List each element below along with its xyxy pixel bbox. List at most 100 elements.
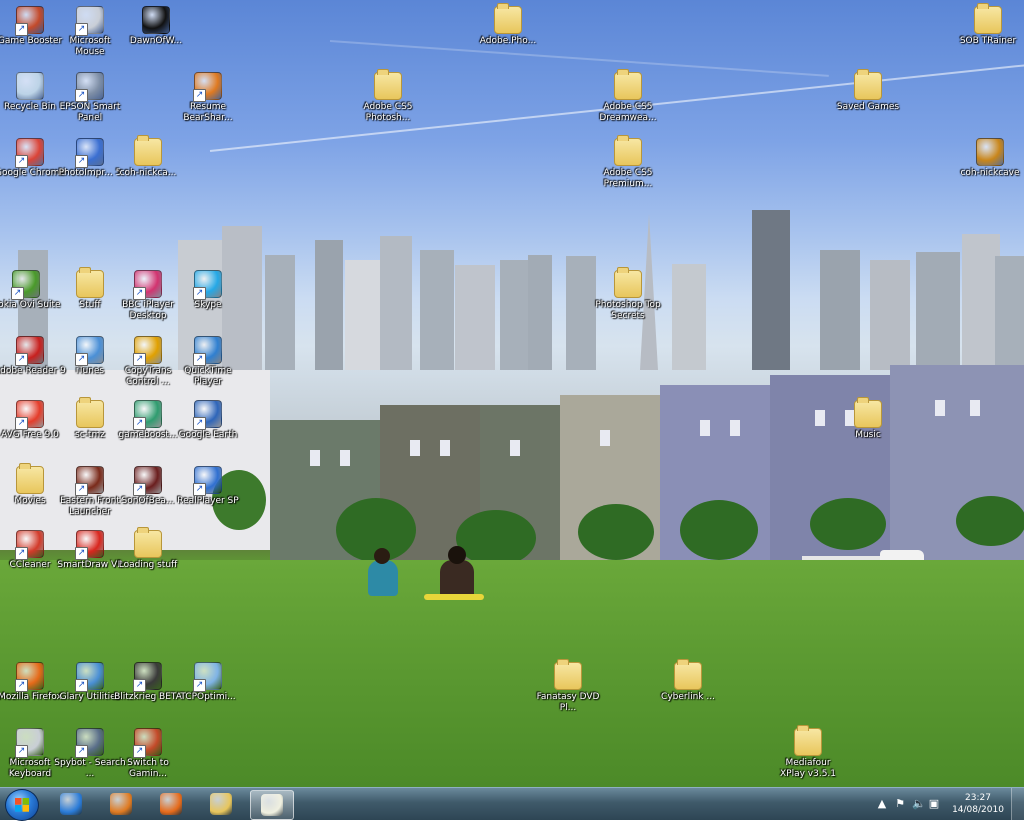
dawn-of-war-icon: [142, 6, 170, 34]
icon-label: coh-nickca...: [119, 168, 177, 178]
folder-icon: [794, 725, 822, 756]
volume-icon[interactable]: 🔈: [912, 798, 926, 810]
show-hidden-icons-icon[interactable]: ▲: [876, 798, 888, 810]
game-booster-icon: [15, 6, 44, 36]
paint-icon: [261, 794, 283, 816]
icon-cyberlink[interactable]: Cyberlink ...: [652, 659, 724, 703]
icon-adobe-cs5-dreamweaver[interactable]: Adobe CS5 Dreamwea...: [592, 69, 664, 124]
windows-logo-icon: [15, 798, 29, 812]
icon-label: Saved Games: [836, 102, 900, 112]
glary-utilities-icon: [75, 662, 104, 692]
icon-label: Music: [855, 430, 881, 440]
folder-icon: [16, 463, 44, 494]
icon-label: SOB TRainer: [959, 36, 1017, 46]
desktop: Game BoosterMicrosoft MouseDawnOfW...Ado…: [0, 0, 1024, 787]
google-chrome-icon: [15, 138, 44, 168]
folder-icon: [614, 135, 642, 166]
icon-saved-games[interactable]: Saved Games: [832, 69, 904, 113]
icon-label: Photoshop Top Secrets: [595, 300, 661, 321]
folder-icon: [674, 659, 702, 690]
icon-nokia-ovi-suite[interactable]: Nokia Ovi Suite: [0, 270, 62, 311]
icon-music[interactable]: Music: [832, 397, 904, 441]
gameboost-icon: [133, 400, 162, 430]
internet-explorer-icon: [60, 793, 82, 815]
icon-label: Switch to Gamin...: [127, 758, 169, 779]
icon-fanatasy-dvd[interactable]: Fanatasy DVD Pl...: [532, 659, 604, 714]
network-icon[interactable]: ▣: [928, 798, 940, 810]
icon-adobe-cs5-photoshop[interactable]: Adobe CS5 Photosh...: [352, 69, 424, 124]
clock-date: 14/08/2010: [952, 805, 1004, 815]
icon-label: Cyberlink ...: [661, 692, 715, 702]
icon-realplayer[interactable]: RealPlayer SP: [172, 466, 244, 507]
spybot-icon: [75, 728, 104, 758]
icon-label: EPSON Smart Panel: [59, 102, 121, 123]
epson-smart-panel-icon: [75, 72, 104, 102]
bbc-iplayer-icon: [133, 270, 162, 300]
icon-epson-smart-panel[interactable]: EPSON Smart Panel: [54, 72, 126, 124]
folder-icon: [614, 69, 642, 100]
media-player-icon: [110, 793, 132, 815]
smartdraw-icon: [75, 530, 104, 560]
explorer-icon: [210, 793, 232, 815]
folder-icon: [76, 267, 104, 298]
skype-icon: [193, 270, 222, 300]
icon-resume-bearshare[interactable]: Resume BearShar...: [172, 72, 244, 124]
icon-adobe-cs5-premium[interactable]: Adobe CS5 Premium...: [592, 135, 664, 190]
icon-skype[interactable]: Skype: [172, 270, 244, 311]
microsoft-mouse-icon: [75, 6, 104, 36]
folder-icon: [134, 527, 162, 558]
icon-quicktime[interactable]: QuickTime Player: [172, 336, 244, 388]
taskbar-media-player[interactable]: [100, 790, 142, 818]
adobe-reader-icon: [15, 336, 44, 366]
copytrans-icon: [133, 336, 162, 366]
icon-label: Adobe CS5 Dreamwea...: [599, 102, 657, 123]
icon-google-earth[interactable]: Google Earth: [172, 400, 244, 441]
taskbar-internet-explorer[interactable]: [50, 790, 92, 818]
sonofbeast-icon: [133, 466, 162, 496]
folder-icon: [854, 69, 882, 100]
icon-loading-stuff[interactable]: Loading stuff: [112, 527, 184, 571]
icon-label: Microsoft Mouse: [69, 36, 111, 57]
people-on-lawn: [360, 546, 500, 604]
show-desktop-button[interactable]: [1011, 788, 1024, 820]
icon-coh-nickcave[interactable]: coh-nickcave: [954, 138, 1024, 179]
folder-icon: [76, 397, 104, 428]
tree: [810, 498, 886, 550]
folder-icon: [494, 3, 522, 34]
blitzkrieg-icon: [133, 662, 162, 692]
itunes-icon: [75, 336, 104, 366]
recycle-bin-icon: [16, 72, 44, 100]
tree: [578, 504, 654, 560]
icon-photoshop-top-secrets[interactable]: Photoshop Top Secrets: [592, 267, 664, 322]
icon-tcpoptimizer[interactable]: TCPOptimi...: [172, 662, 244, 703]
icon-switch-to-gaming[interactable]: Switch to Gamin...: [112, 728, 184, 780]
nokia-ovi-suite-icon: [11, 270, 40, 300]
clock-time: 23:27: [965, 793, 991, 803]
folder-icon: [614, 267, 642, 298]
icon-label: RealPlayer SP: [177, 496, 239, 506]
taskbar-paint[interactable]: [250, 790, 294, 820]
coh-nickcave-icon: [976, 138, 1004, 166]
icon-sob-trainer[interactable]: SOB TRainer: [952, 3, 1024, 47]
mozilla-firefox-icon: [15, 662, 44, 692]
ccleaner-icon: [15, 530, 44, 560]
taskbar-firefox[interactable]: [150, 790, 192, 818]
clock[interactable]: 23:27 14/08/2010: [950, 792, 1006, 816]
icon-label: Mediafour XPlay v3.5.1: [779, 758, 837, 779]
firefox-icon: [160, 793, 182, 815]
icon-label: Adobe.Pho...: [479, 36, 537, 46]
start-button[interactable]: [5, 789, 39, 821]
icon-label: Fanatasy DVD Pl...: [536, 692, 600, 713]
google-earth-icon: [193, 400, 222, 430]
icon-microsoft-mouse[interactable]: Microsoft Mouse: [54, 6, 126, 58]
taskbar-explorer[interactable]: [200, 790, 242, 818]
action-center-flag-icon[interactable]: ⚑: [894, 798, 906, 810]
icon-mediafour-xplay[interactable]: Mediafour XPlay v3.5.1: [772, 725, 844, 780]
microsoft-keyboard-icon: [15, 728, 44, 758]
icon-adobe-pho[interactable]: Adobe.Pho...: [472, 3, 544, 47]
icon-coh-nickca-folder[interactable]: coh-nickca...: [112, 135, 184, 179]
taskbar: ▲ ⚑ 🔈 ▣ 23:27 14/08/2010: [0, 787, 1024, 821]
tree: [956, 496, 1024, 546]
icon-label: Adobe CS5 Photosh...: [363, 102, 413, 123]
icon-dawn-of-war[interactable]: DawnOfW...: [120, 6, 192, 47]
